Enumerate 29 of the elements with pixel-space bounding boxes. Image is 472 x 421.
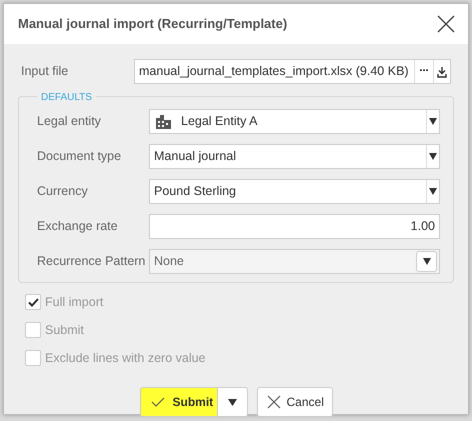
checkbox[interactable] (25, 350, 41, 366)
field-label: Recurrence Pattern (37, 253, 146, 270)
number-field[interactable]: 1.00 (149, 214, 440, 239)
submit-dropdown-button[interactable] (218, 387, 248, 418)
close-button[interactable] (436, 14, 456, 34)
close-icon (266, 395, 280, 410)
field-label: Input file (21, 63, 70, 80)
select-field[interactable]: Manual journal (149, 144, 440, 169)
submit-button[interactable]: Submit (140, 387, 218, 418)
checkmark-icon (150, 397, 164, 408)
building-icon (156, 114, 171, 128)
checkbox-label: Submit (45, 322, 84, 339)
file-input-field[interactable]: manual_journal_templates_import.xlsx (9.40 KB) ... (134, 59, 451, 84)
field-label: Legal entity (37, 113, 102, 130)
field-label: Currency (37, 183, 89, 200)
close-icon (436, 14, 456, 34)
checkbox-label: Full import (45, 294, 104, 311)
field-label: Document type (37, 148, 122, 166)
select-field[interactable]: Pound Sterling (149, 179, 440, 204)
checkbox-label: Exclude lines with zero value (45, 350, 206, 366)
checkbox[interactable] (25, 322, 41, 338)
field-label: Exchange rate (37, 218, 119, 236)
dialog-title: Manual journal import (Recurring/Template) (18, 15, 288, 34)
cancel-button[interactable]: Cancel (256, 387, 332, 418)
select-field[interactable]: Legal Entity A (149, 109, 440, 134)
download-button[interactable] (433, 60, 450, 83)
download-icon (437, 66, 447, 78)
checkbox[interactable] (25, 294, 41, 310)
caret-icon (228, 398, 236, 406)
